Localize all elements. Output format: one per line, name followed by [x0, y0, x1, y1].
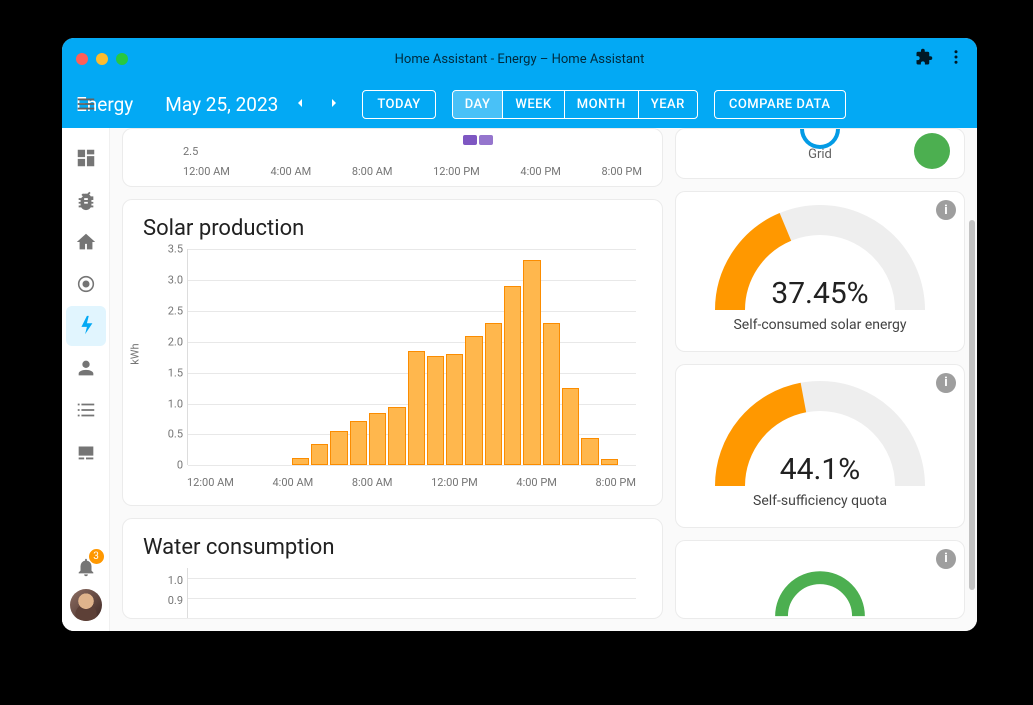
range-day[interactable]: DAY — [453, 91, 504, 118]
range-year[interactable]: YEAR — [639, 91, 697, 118]
sidebar-item-devices[interactable] — [66, 432, 106, 472]
bar — [562, 388, 579, 465]
sidebar-item-energy[interactable] — [66, 306, 106, 346]
bar — [388, 407, 405, 466]
gauge-value: 37.45% — [676, 276, 964, 311]
top-chart-xaxis: 12:00 AM 4:00 AM 8:00 AM 12:00 PM 4:00 P… — [183, 165, 642, 178]
sidebar-item-list[interactable] — [66, 390, 106, 430]
window-title: Home Assistant - Energy – Home Assistant — [62, 52, 977, 67]
sidebar: 3 — [62, 128, 110, 631]
gauge-label: Self-consumed solar energy — [733, 317, 906, 333]
bar — [504, 286, 521, 465]
grid-card: Grid — [675, 128, 965, 179]
bar — [330, 431, 347, 465]
app-window: Home Assistant - Energy – Home Assistant… — [62, 38, 977, 631]
green-gauge-card: i — [675, 540, 965, 619]
titlebar: Home Assistant - Energy – Home Assistant — [62, 38, 977, 80]
next-date-button[interactable] — [322, 92, 346, 116]
energy-usage-chart-card: 2.5 12:00 AM 4:00 AM 8:00 AM 12:00 PM 4:… — [122, 128, 663, 187]
solar-production-card: Solar production kWh 00.51.01.52.02.53.0… — [122, 199, 663, 506]
info-icon[interactable]: i — [936, 200, 956, 220]
bar — [408, 351, 425, 465]
energy-toolbar: Energy May 25, 2023 TODAY DAY WEEK MONTH… — [62, 80, 977, 128]
sidebar-toggle[interactable] — [72, 90, 100, 118]
close-window-button[interactable] — [76, 53, 88, 65]
solar-x-axis: 12:00 AM4:00 AM8:00 AM12:00 PM4:00 PM8:0… — [187, 476, 636, 489]
self-consumed-solar-card: i 37.45% Self-consumed solar energy — [675, 191, 965, 352]
bar — [350, 421, 367, 465]
bar — [543, 323, 560, 465]
extension-icon[interactable] — [915, 48, 933, 70]
range-month[interactable]: MONTH — [565, 91, 639, 118]
bar — [427, 356, 444, 466]
bar — [465, 336, 482, 466]
bar — [581, 438, 598, 465]
sidebar-item-people[interactable] — [66, 348, 106, 388]
window-controls — [62, 53, 128, 65]
bar — [292, 458, 309, 465]
more-menu-icon[interactable] — [947, 48, 965, 70]
range-segmented-control: DAY WEEK MONTH YEAR — [452, 90, 698, 119]
bar — [446, 354, 463, 465]
minimize-window-button[interactable] — [96, 53, 108, 65]
water-chart-title: Water consumption — [143, 535, 642, 560]
sidebar-item-dashboard[interactable] — [66, 138, 106, 178]
notification-badge: 3 — [89, 549, 104, 564]
sidebar-item-home[interactable] — [66, 222, 106, 262]
date-navigator: May 25, 2023 — [165, 92, 346, 116]
gauge-label: Self-sufficiency quota — [753, 493, 887, 509]
info-icon[interactable]: i — [936, 373, 956, 393]
scrollbar-thumb[interactable] — [969, 220, 975, 590]
today-button[interactable]: TODAY — [362, 90, 435, 119]
prev-date-button[interactable] — [288, 92, 312, 116]
bar — [485, 323, 502, 465]
solar-y-axis-label: kWh — [129, 344, 142, 365]
solar-chart-title: Solar production — [143, 216, 642, 241]
gauge-value: 44.1% — [676, 452, 964, 487]
bar — [369, 413, 386, 465]
user-avatar[interactable] — [70, 589, 102, 621]
solar-bars — [187, 249, 636, 465]
current-date: May 25, 2023 — [165, 93, 278, 116]
bar — [311, 444, 328, 466]
info-icon[interactable]: i — [936, 549, 956, 569]
water-consumption-card: Water consumption 1.0 0.9 — [122, 518, 663, 619]
sidebar-item-debug[interactable] — [66, 180, 106, 220]
maximize-window-button[interactable] — [116, 53, 128, 65]
range-week[interactable]: WEEK — [503, 91, 564, 118]
top-chart-ytick: 2.5 — [183, 145, 198, 158]
self-sufficiency-card: i 44.1% Self-sufficiency quota — [675, 364, 965, 528]
grid-label: Grid — [676, 147, 964, 172]
bar — [523, 260, 540, 465]
sidebar-item-notifications[interactable]: 3 — [66, 547, 106, 587]
bar — [601, 459, 618, 465]
compare-data-button[interactable]: COMPARE DATA — [714, 90, 846, 119]
sidebar-item-assist[interactable] — [66, 264, 106, 304]
